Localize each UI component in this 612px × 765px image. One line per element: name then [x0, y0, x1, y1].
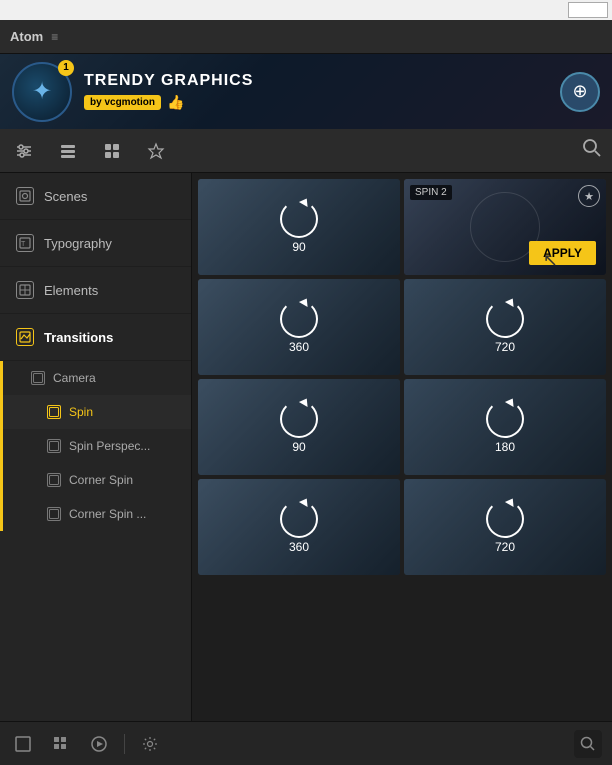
grid-view-icon[interactable] — [98, 137, 126, 165]
sidebar-item-scenes[interactable]: Scenes — [0, 173, 191, 220]
featured-badge: SPIN 2 — [410, 185, 452, 200]
hero-banner: ✦ 1 TRENDY GRAPHICS by vcgmotion 👍 ⊕ — [0, 54, 612, 129]
scenes-label: Scenes — [44, 189, 87, 204]
sidebar-sub-section: Camera Spin Spin Perspec... — [0, 361, 191, 531]
grid-item-3[interactable]: 360 — [198, 279, 400, 375]
corner-spin-icon — [47, 473, 61, 487]
play-button[interactable] — [86, 731, 112, 757]
camera-icon — [31, 371, 45, 385]
spin-circle-3 — [280, 300, 318, 338]
apply-button[interactable]: APPLY — [529, 241, 596, 265]
spin-circle-5 — [280, 400, 318, 438]
bottom-search-icon[interactable] — [574, 730, 602, 758]
list-icon[interactable] — [54, 137, 82, 165]
scenes-icon — [16, 187, 34, 205]
spin-label: Spin — [69, 405, 93, 419]
compass-icon[interactable]: ⊕ — [560, 72, 600, 112]
hero-logo: ✦ 1 — [12, 62, 72, 122]
logo-inner-icon: ✦ — [32, 77, 52, 106]
main-area: Scenes T Typography Elements — [0, 173, 612, 721]
spin-visual-5: 90 — [280, 400, 318, 454]
sidebar-item-typography[interactable]: T Typography — [0, 220, 191, 267]
spin-perspective-label: Spin Perspec... — [69, 439, 150, 453]
spin-visual-8: 720 — [486, 500, 524, 554]
author-tag[interactable]: by vcgmotion — [84, 95, 161, 110]
spin-visual-3: 360 — [280, 300, 318, 354]
dots-grid-icon[interactable] — [48, 731, 74, 757]
grid-item-8[interactable]: 720 — [404, 479, 606, 575]
star-filter-icon[interactable] — [142, 137, 170, 165]
grid-item-4[interactable]: 720 — [404, 279, 606, 375]
content-area: 90 SPIN 2 ★ APPLY ↖ 360 — [192, 173, 612, 721]
sidebar-item-camera[interactable]: Camera — [3, 361, 191, 395]
spin-num-5: 90 — [292, 440, 305, 454]
spin-perspective-icon — [47, 439, 61, 453]
like-icon[interactable]: 👍 — [167, 94, 184, 111]
camera-label: Camera — [53, 371, 96, 385]
star-button[interactable]: ★ — [578, 185, 600, 207]
grid-item-5[interactable]: 90 — [198, 379, 400, 475]
spin-num-1: 90 — [292, 240, 305, 254]
spin-circle-4 — [486, 300, 524, 338]
grid-item-7[interactable]: 360 — [198, 479, 400, 575]
spin-circle-7 — [280, 500, 318, 538]
spin-circle-8 — [486, 500, 524, 538]
transitions-label: Transitions — [44, 330, 113, 345]
bottom-divider — [124, 734, 125, 754]
sidebar-item-elements[interactable]: Elements — [0, 267, 191, 314]
spin-visual-1: 90 — [280, 200, 318, 254]
grid-item-1[interactable]: 90 — [198, 179, 400, 275]
transitions-grid: 90 SPIN 2 ★ APPLY ↖ 360 — [198, 179, 606, 575]
sidebar-item-spin[interactable]: Spin — [3, 395, 191, 429]
elements-icon — [16, 281, 34, 299]
square-layout-icon[interactable] — [10, 731, 36, 757]
spin-icon — [47, 405, 61, 419]
typography-label: Typography — [44, 236, 112, 251]
sidebar: Scenes T Typography Elements — [0, 173, 192, 721]
top-bar — [0, 0, 612, 20]
sidebar-item-corner-spin-2[interactable]: Corner Spin ... — [3, 497, 191, 531]
spin-visual-6: 180 — [486, 400, 524, 454]
spin-visual-4: 720 — [486, 300, 524, 354]
menu-icon[interactable]: ≡ — [51, 30, 58, 44]
elements-label: Elements — [44, 283, 98, 298]
corner-spin-2-icon — [47, 507, 61, 521]
spin-visual-7: 360 — [280, 500, 318, 554]
sidebar-item-transitions[interactable]: Transitions — [0, 314, 191, 361]
cursor-indicator: ↖ — [543, 250, 558, 271]
spin-num-3: 360 — [289, 340, 309, 354]
notification-badge: 1 — [58, 60, 74, 76]
spin-num-4: 720 — [495, 340, 515, 354]
settings-gear-icon[interactable] — [137, 731, 163, 757]
svg-text:T: T — [21, 241, 26, 248]
sliders-icon[interactable] — [10, 137, 38, 165]
spin-num-6: 180 — [495, 440, 515, 454]
menu-bar: Atom ≡ — [0, 20, 612, 54]
corner-spin-label: Corner Spin — [69, 473, 133, 487]
bottom-bar — [0, 721, 612, 765]
spin-num-7: 360 — [289, 540, 309, 554]
sidebar-item-spin-perspective[interactable]: Spin Perspec... — [3, 429, 191, 463]
grid-item-2[interactable]: SPIN 2 ★ APPLY ↖ — [404, 179, 606, 275]
sidebar-item-corner-spin[interactable]: Corner Spin — [3, 463, 191, 497]
spin-circle-1 — [280, 200, 318, 238]
search-icon[interactable] — [582, 138, 602, 163]
typography-icon: T — [16, 234, 34, 252]
spin-num-8: 720 — [495, 540, 515, 554]
spin-circle-6 — [486, 400, 524, 438]
transitions-icon — [16, 328, 34, 346]
grid-item-6[interactable]: 180 — [404, 379, 606, 475]
top-search-box[interactable] — [568, 2, 608, 18]
hero-title: TRENDY GRAPHICS — [84, 72, 560, 90]
toolbar — [0, 129, 612, 173]
corner-spin-2-label: Corner Spin ... — [69, 507, 146, 521]
hero-text-area: TRENDY GRAPHICS by vcgmotion 👍 — [84, 72, 560, 111]
app-title: Atom — [10, 29, 43, 44]
hero-author-area: by vcgmotion 👍 — [84, 94, 560, 111]
